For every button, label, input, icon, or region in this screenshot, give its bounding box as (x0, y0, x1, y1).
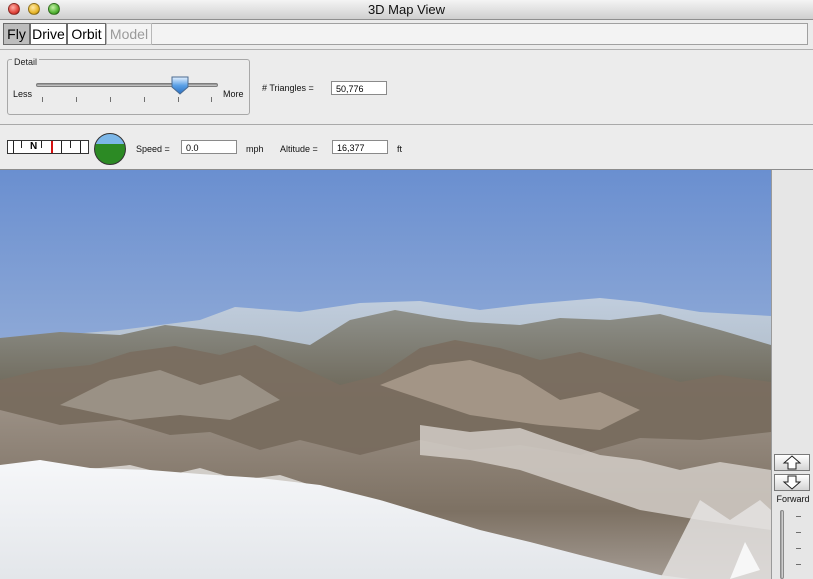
mode-orbit-button[interactable]: Orbit (67, 23, 106, 45)
detail-more-label: More (223, 89, 244, 99)
up-arrow-icon (782, 455, 802, 470)
mode-toolbar: Fly Drive Orbit Model (0, 20, 813, 50)
slider-tick (178, 97, 179, 102)
compass-north-letter: N (30, 141, 38, 152)
compass-mark (21, 141, 22, 148)
detail-slider-track[interactable] (36, 83, 218, 87)
navigation-panel: N Speed = 0.0 mph Altitude = 16,377 ft (0, 125, 813, 170)
movement-speed-slider[interactable] (780, 510, 784, 579)
slider-tick (144, 97, 145, 102)
altitude-field[interactable]: 16,377 (332, 140, 388, 154)
movement-sidebar: Forward (771, 170, 813, 579)
slider-tick (211, 97, 212, 102)
altitude-unit: ft (397, 144, 403, 154)
altitude-label: Altitude = (280, 144, 318, 154)
compass-mark (13, 141, 14, 153)
compass-mark (80, 141, 81, 153)
slider-tick (796, 548, 801, 549)
title-bar: 3D Map View (0, 0, 813, 20)
move-up-button[interactable] (774, 454, 810, 471)
slider-tick (796, 516, 801, 517)
map-3d-viewport[interactable] (0, 170, 771, 579)
triangles-count-field: 50,776 (331, 81, 387, 95)
slider-tick (796, 564, 801, 565)
movement-direction-label: Forward (776, 494, 810, 504)
detail-panel: Detail Less More # Triangles = 50,776 (0, 50, 813, 125)
compass-mark (41, 141, 42, 148)
speed-field[interactable]: 0.0 (181, 140, 237, 154)
window-title: 3D Map View (367, 2, 446, 17)
attitude-indicator-icon (94, 133, 126, 165)
slider-tick (796, 532, 801, 533)
compass-strip: N (7, 140, 89, 154)
slider-tick (110, 97, 111, 102)
triangles-label: # Triangles = (262, 83, 314, 93)
mode-fly-button[interactable]: Fly (3, 23, 30, 45)
detail-group (7, 59, 250, 115)
speed-unit: mph (246, 144, 264, 154)
speed-label: Speed = (136, 144, 170, 154)
detail-slider-thumb[interactable] (171, 76, 189, 95)
down-arrow-icon (782, 475, 802, 490)
compass-mark (70, 141, 71, 148)
slider-tick (42, 97, 43, 102)
mode-model-button: Model (106, 23, 152, 45)
detail-less-label: Less (13, 89, 33, 99)
terrain-rendering (0, 170, 771, 579)
detail-group-label: Detail (12, 57, 40, 67)
compass-heading-needle (51, 141, 53, 153)
slider-tick (76, 97, 77, 102)
mode-drive-button[interactable]: Drive (30, 23, 67, 45)
move-down-button[interactable] (774, 474, 810, 491)
compass-mark (61, 141, 62, 153)
